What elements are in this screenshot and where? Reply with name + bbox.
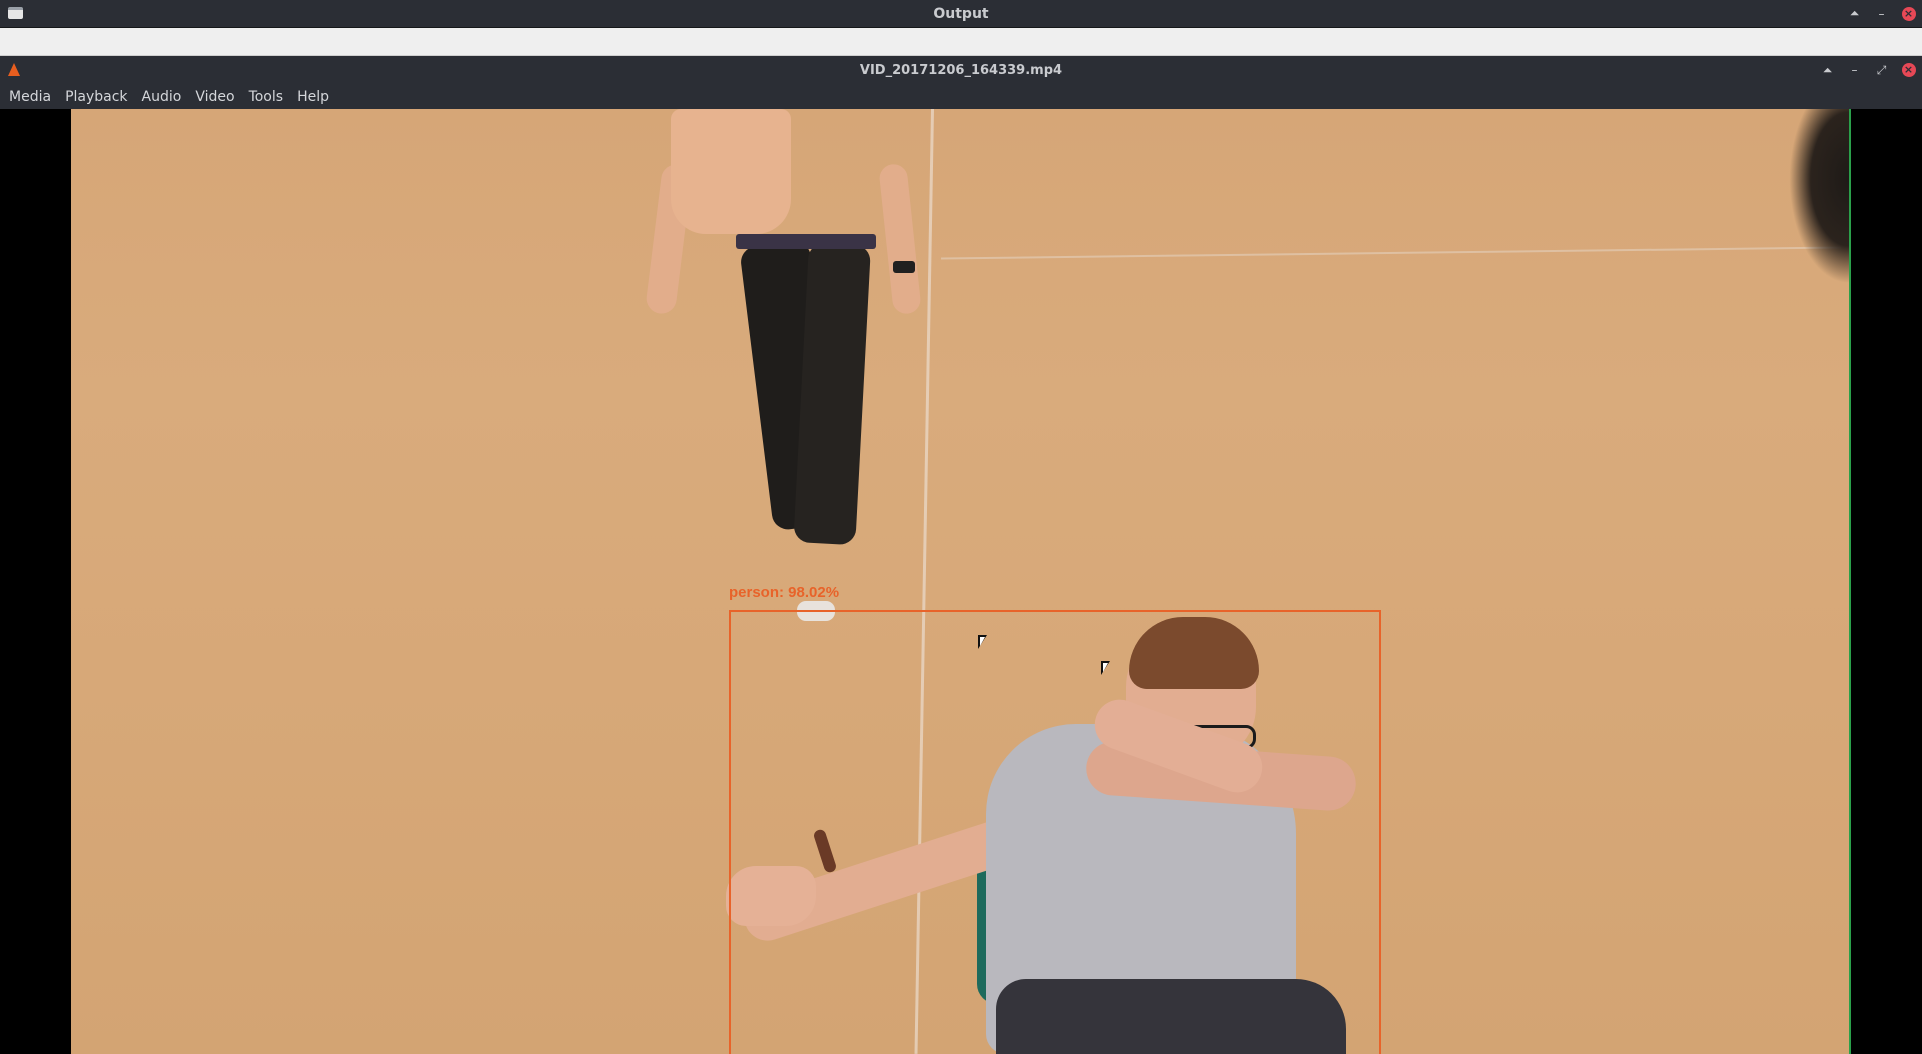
window-icon <box>8 7 23 19</box>
up-arrow-icon: ⏶ <box>1822 62 1833 77</box>
maximize-icon: ⤢ <box>1876 62 1887 77</box>
walking-person-torso <box>671 109 791 234</box>
player-window-title: VID_20171206_164339.mp4 <box>859 62 1063 78</box>
menu-video[interactable]: Video <box>188 89 241 105</box>
player-window-controls: ⏶ – ⤢ × <box>1814 56 1922 84</box>
player-window-titlebar[interactable]: VID_20171206_164339.mp4 ⏶ – ⤢ × <box>0 56 1922 84</box>
menu-playback[interactable]: Playback <box>58 89 134 105</box>
player-maximize-button[interactable]: ⤢ <box>1868 57 1895 84</box>
video-frame[interactable]: person: 98.02% <box>71 109 1851 1054</box>
background-object <box>1789 109 1849 284</box>
menu-tools[interactable]: Tools <box>242 89 291 105</box>
video-area[interactable]: person: 98.02% <box>0 109 1922 1054</box>
menu-media[interactable]: Media <box>2 89 58 105</box>
up-arrow-icon: ⏶ <box>1849 6 1860 20</box>
minimize-icon: – <box>1878 6 1885 21</box>
close-button[interactable]: × <box>1895 0 1922 27</box>
detection-label: person: 98.02% <box>729 584 840 601</box>
output-window-controls: ⏶ – × <box>1841 0 1922 27</box>
keep-above-button[interactable]: ⏶ <box>1841 0 1868 27</box>
output-window-toolbar <box>0 28 1922 56</box>
walking-person-arm <box>878 162 922 316</box>
walking-person-watch <box>893 261 915 273</box>
output-window-title: Output <box>933 5 989 22</box>
player-minimize-button[interactable]: – <box>1841 57 1868 84</box>
minimize-button[interactable]: – <box>1868 0 1895 27</box>
close-icon: × <box>1901 6 1916 21</box>
detection-bounding-box <box>729 610 1381 1054</box>
floor-tape-line <box>941 246 1841 260</box>
player-keep-above-button[interactable]: ⏶ <box>1814 57 1841 84</box>
output-window-titlebar[interactable]: Output ⏶ – × <box>0 0 1922 28</box>
menu-help[interactable]: Help <box>290 89 336 105</box>
minimize-icon: – <box>1851 63 1858 77</box>
mouse-cursor-icon <box>1101 661 1110 675</box>
vlc-cone-icon <box>8 63 20 76</box>
player-close-button[interactable]: × <box>1895 57 1922 84</box>
menu-bar: Media Playback Audio Video Tools Help <box>0 84 1922 109</box>
close-icon: × <box>1901 63 1916 77</box>
menu-audio[interactable]: Audio <box>135 89 189 105</box>
walking-person-belt <box>736 234 876 249</box>
mouse-cursor-icon <box>978 635 987 649</box>
